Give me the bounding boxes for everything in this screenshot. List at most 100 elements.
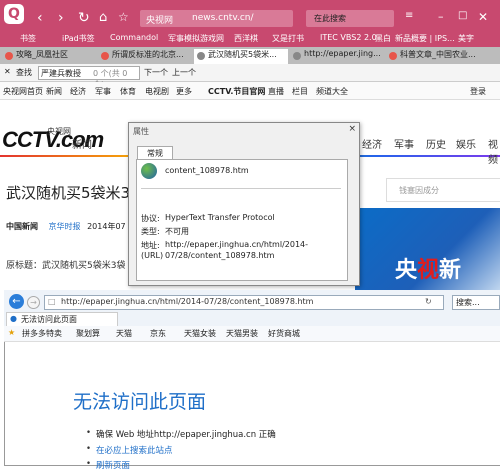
- login-link[interactable]: 登录: [470, 86, 486, 97]
- nav-item[interactable]: CCTV.节目官网: [208, 86, 265, 97]
- favorite-item[interactable]: 天猫女装: [184, 328, 216, 339]
- back-icon[interactable]: ‹: [37, 10, 43, 26]
- maximize-icon[interactable]: □: [458, 10, 467, 21]
- nav-item[interactable]: 经济: [70, 86, 86, 97]
- menu-icon[interactable]: ≡: [405, 10, 413, 21]
- favorites-star-icon[interactable]: ★: [8, 328, 15, 337]
- address-value-line2: 07/28/content_108978.htm: [165, 251, 275, 260]
- nav-item[interactable]: 央视网首页: [3, 86, 43, 97]
- original-title: 原标题：武汉随机买5袋米3袋: [6, 261, 126, 271]
- tab-label: http://epaper.jing...: [304, 49, 381, 58]
- bullet-icon: •: [86, 444, 92, 454]
- ie-search-input[interactable]: 搜索...: [452, 295, 500, 310]
- favorite-item[interactable]: 好货商城: [268, 328, 300, 339]
- nav-item[interactable]: 体育: [120, 86, 136, 97]
- nav-item[interactable]: 军事: [394, 136, 414, 151]
- site-search-input[interactable]: 钱塞因成分: [386, 178, 500, 202]
- banner-char: 央: [395, 258, 418, 283]
- bookmark-item[interactable]: 军事模拟游戏网: [168, 33, 224, 44]
- source-org[interactable]: 京华时报: [49, 222, 81, 231]
- nav-item[interactable]: 视频: [488, 136, 500, 166]
- nav-item[interactable]: 娱乐: [456, 136, 476, 151]
- error-title: 无法访问此页面: [73, 392, 207, 413]
- find-prev-button[interactable]: 上一个: [172, 67, 196, 78]
- dialog-close-button[interactable]: ×: [348, 124, 356, 134]
- nav-item[interactable]: 电视剧: [145, 86, 169, 97]
- browser-search-input[interactable]: 在此搜索: [306, 10, 394, 27]
- minimize-icon[interactable]: –: [438, 10, 444, 23]
- browser-tab[interactable]: http://epaper.jing...: [290, 49, 384, 64]
- ie-reload-icon[interactable]: ↻: [425, 297, 432, 306]
- banner-char: 新: [439, 258, 462, 283]
- bookmark-item[interactable]: 书签: [20, 33, 36, 44]
- nav-item[interactable]: 军事: [95, 86, 111, 97]
- ie-forward-icon[interactable]: →: [27, 296, 40, 309]
- bookmark-item[interactable]: 又是打书: [272, 33, 304, 44]
- site-search-placeholder: 钱塞因成分: [399, 186, 439, 195]
- banner-char-red: 视: [417, 258, 440, 283]
- nav-item[interactable]: 历史: [426, 136, 446, 151]
- browser-tab[interactable]: 所谓反标准的北京...: [98, 49, 192, 64]
- type-label: 类型:: [141, 227, 160, 236]
- find-next-button[interactable]: 下一个: [144, 67, 168, 78]
- favorite-item[interactable]: 拼多多特卖: [22, 328, 62, 339]
- browser-logo-icon[interactable]: Q: [4, 4, 24, 24]
- bookmark-item[interactable]: 西洋棋: [234, 33, 258, 44]
- browser-tab[interactable]: 攻略_凤凰社区: [2, 49, 96, 64]
- ie-tab[interactable]: ● 无法访问此页面: [6, 312, 118, 327]
- reload-icon[interactable]: ↻: [78, 10, 90, 26]
- source-label: 中国新闻: [6, 222, 38, 231]
- ie-address-bar[interactable]: □ http://epaper.jinghua.cn/html/2014-07/…: [44, 295, 444, 310]
- bookmark-item[interactable]: 黑白: [375, 33, 391, 44]
- article-headline: 武汉随机买5袋米3: [6, 184, 131, 202]
- favorite-item[interactable]: 聚划算: [76, 328, 100, 339]
- browser-tab-active[interactable]: 武汉随机买5袋米...: [194, 49, 288, 64]
- favorite-item[interactable]: 京东: [150, 328, 166, 339]
- address-bar[interactable]: 央视网 news.cntv.cn/: [140, 10, 293, 27]
- search-bing-link[interactable]: 在必应上搜索此站点: [96, 444, 173, 456]
- nav-item[interactable]: 经济: [362, 136, 382, 151]
- ie-tab-icon: ●: [10, 314, 17, 323]
- file-name: content_108978.htm: [165, 166, 249, 175]
- protocol-value: HyperText Transfer Protocol: [165, 213, 275, 222]
- refresh-page-link[interactable]: 刷新页面: [96, 459, 130, 471]
- find-input[interactable]: 严建兵教授 0 个(共 0 个): [38, 66, 140, 89]
- tab-general[interactable]: 常规: [137, 146, 173, 160]
- tab-favicon-icon: [101, 52, 109, 60]
- tab-label: 武汉随机买5袋米...: [208, 50, 277, 59]
- bookmark-item[interactable]: Commandol: [110, 33, 158, 42]
- find-value: 严建兵教授: [41, 69, 81, 78]
- bookmark-item[interactable]: ITEC VBS2 2.0: [320, 33, 377, 42]
- ie-tab-label: 无法访问此页面: [21, 315, 77, 324]
- forward-icon[interactable]: ›: [58, 10, 64, 26]
- close-window-icon[interactable]: ✕: [478, 10, 488, 24]
- ie-search-placeholder: 搜索...: [456, 298, 480, 307]
- nav-item[interactable]: 更多: [176, 86, 192, 97]
- site-nav: 央视网首页 新闻 经济 军事 体育 电视剧 更多 CCTV.节目官网 直播 栏目…: [0, 82, 500, 100]
- favorite-item[interactable]: 天猫男装: [226, 328, 258, 339]
- bookmark-item[interactable]: 新品概要 | IPS...: [395, 33, 455, 44]
- tab-favicon-icon: [5, 52, 13, 60]
- tab-label: 所谓反标准的北京...: [112, 50, 184, 59]
- dialog-divider: [141, 188, 341, 189]
- nav-item[interactable]: 新闻: [46, 86, 62, 97]
- globe-icon: [141, 163, 157, 179]
- tab-favicon-icon: [197, 52, 205, 60]
- ie-back-icon[interactable]: ←: [9, 294, 24, 309]
- bullet-icon: •: [86, 428, 92, 438]
- home-icon[interactable]: ⌂: [99, 10, 107, 25]
- nav-item[interactable]: 频道大全: [316, 86, 348, 97]
- favorite-icon[interactable]: ☆: [118, 10, 129, 24]
- bookmarks-bar: 书签 iPad书签 Commandol 军事模拟游戏网 西洋棋 又是打书 ITE…: [0, 30, 500, 47]
- favorite-item[interactable]: 天猫: [116, 328, 132, 339]
- tab-strip: 攻略_凤凰社区 所谓反标准的北京... 武汉随机买5袋米... http://e…: [0, 47, 500, 64]
- logo-news: 新闻: [72, 140, 92, 151]
- browser-tab[interactable]: 科普文章_中国农业...: [386, 49, 498, 64]
- close-find-icon[interactable]: ✕: [4, 67, 11, 76]
- nav-item[interactable]: 直播: [268, 86, 284, 97]
- address-text: news.cntv.cn/: [192, 13, 254, 23]
- nav-item[interactable]: 栏目: [292, 86, 308, 97]
- bookmark-item[interactable]: iPad书签: [62, 33, 95, 44]
- bookmark-item[interactable]: 美字: [458, 33, 474, 44]
- properties-dialog: 属性 × 常规 content_108978.htm 协议: HyperText…: [128, 122, 360, 286]
